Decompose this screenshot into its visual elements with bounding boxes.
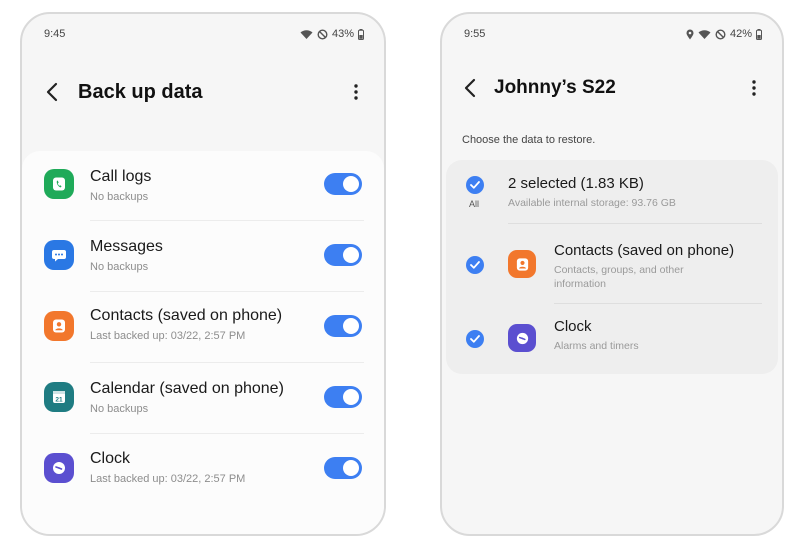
backup-item-messages[interactable]: Messages No backups [22,221,384,292]
item-status: No backups [90,191,149,203]
page-title: Back up data [78,80,203,103]
restore-phone-screen: 9:55 42% Johnny’s S22 Choose the data to… [440,12,784,536]
item-status: No backups [90,403,149,415]
wifi-icon [300,29,313,39]
battery-percent: 42% [729,28,752,40]
contacts-toggle[interactable] [324,315,362,337]
battery-icon [358,28,364,40]
item-label: Calendar (saved on phone) [90,380,284,397]
status-bar: 9:45 43% [44,27,364,41]
backup-phone-screen: 9:45 43% Back up data Call logs No backu… [20,12,386,536]
checkmark-icon [470,261,480,269]
clock-toggle[interactable] [324,457,362,479]
storage-info: Available internal storage: 93.76 GB [508,197,676,209]
battery-icon [756,28,762,40]
more-vertical-icon [354,84,358,100]
backup-item-contacts[interactable]: Contacts (saved on phone) Last backed up… [22,292,384,363]
phone-icon [44,169,74,199]
item-description: Contacts, groups, and other [554,264,684,276]
back-button[interactable] [40,80,64,104]
backup-item-clock[interactable]: Clock Last backed up: 03/22, 2:57 PM [22,434,384,505]
contact-icon [508,250,536,278]
checkmark-icon [470,335,480,343]
checkmark-icon [470,181,480,189]
selection-summary: 2 selected (1.83 KB) [508,175,644,192]
contacts-checkbox[interactable] [466,256,484,274]
back-button[interactable] [458,76,482,100]
battery-percent: 43% [331,28,354,40]
calendar-toggle[interactable] [324,386,362,408]
clock-icon [44,453,74,483]
instruction-text: Choose the data to restore. [462,134,596,146]
more-options-button[interactable] [744,76,764,100]
restore-item-clock[interactable]: Clock Alarms and timers [446,304,778,374]
contact-icon [44,311,74,341]
message-icon [44,240,74,270]
select-all-checkbox[interactable] [466,176,484,194]
page-title: Johnny’s S22 [494,77,616,98]
more-options-button[interactable] [346,80,366,104]
clock-icon [508,324,536,352]
clock-checkbox[interactable] [466,330,484,348]
call-logs-toggle[interactable] [324,173,362,195]
chevron-left-icon [464,78,476,98]
do-not-disturb-icon [317,28,328,40]
backup-item-calendar[interactable]: 21 Calendar (saved on phone) No backups [22,363,384,434]
status-bar: 9:55 42% [464,27,762,41]
restore-items-list: All 2 selected (1.83 KB) Available inter… [446,160,778,374]
chevron-left-icon [46,82,58,102]
calendar-icon: 21 [44,382,74,412]
more-vertical-icon [752,80,756,96]
item-label: Contacts (saved on phone) [554,242,735,259]
status-time: 9:55 [464,28,486,40]
item-status: Last backed up: 03/22, 2:57 PM [90,330,246,342]
restore-item-contacts[interactable]: Contacts (saved on phone) Contacts, grou… [446,224,778,304]
do-not-disturb-icon [715,28,726,40]
item-label: Clock [554,318,592,335]
item-description-cont: information [554,278,606,290]
select-all-label: All [469,199,480,209]
item-status: Last backed up: 03/22, 2:57 PM [90,473,246,485]
wifi-icon [698,29,711,39]
item-description: Alarms and timers [554,340,639,352]
status-time: 9:45 [44,28,66,40]
location-icon [686,29,694,39]
select-all-row[interactable]: All 2 selected (1.83 KB) Available inter… [446,160,778,224]
item-label: Contacts (saved on phone) [90,307,283,324]
calendar-day: 21 [55,396,63,403]
item-label: Call logs [90,168,152,185]
item-label: Messages [90,238,163,255]
backup-items-list: Call logs No backups Messages No backups… [22,151,384,534]
item-status: No backups [90,261,149,273]
backup-item-call-logs[interactable]: Call logs No backups [22,151,384,221]
messages-toggle[interactable] [324,244,362,266]
item-label: Clock [90,450,131,467]
